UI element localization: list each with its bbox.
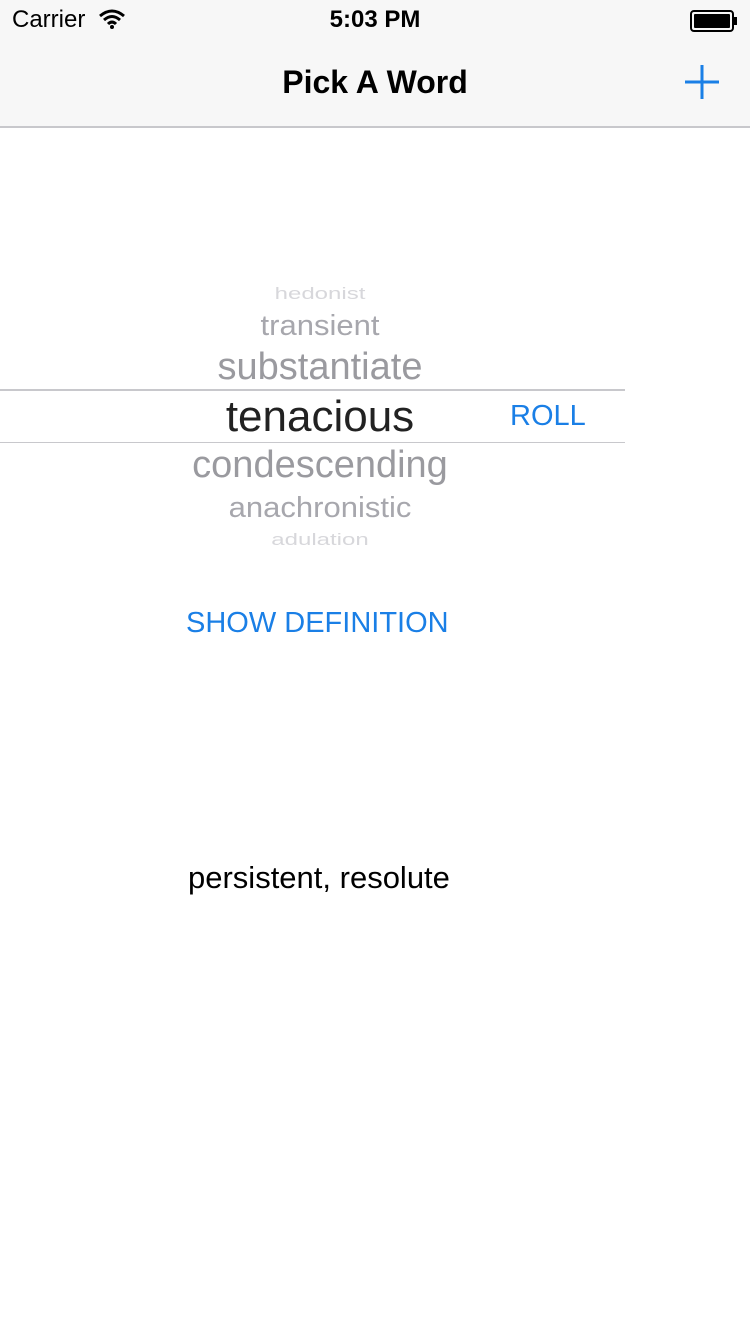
picker-item[interactable]: anachronistic bbox=[0, 491, 640, 524]
picker-selection-bottom-line bbox=[0, 442, 625, 443]
battery-icon bbox=[690, 10, 737, 32]
definition-text: persistent, resolute bbox=[188, 860, 450, 895]
picker-item[interactable]: hedonist bbox=[0, 284, 640, 304]
picker-item[interactable]: substantiate bbox=[0, 346, 640, 389]
top-bar: Carrier 5:03 PM Pick A Word bbox=[0, 0, 750, 128]
picker-selection-top-line bbox=[0, 389, 625, 391]
page-title: Pick A Word bbox=[282, 64, 468, 100]
status-bar: Carrier 5:03 PM bbox=[0, 0, 750, 40]
picker-item[interactable]: condescending bbox=[0, 444, 640, 487]
status-time: 5:03 PM bbox=[329, 6, 421, 33]
plus-icon bbox=[685, 65, 719, 99]
picker-item[interactable]: transient bbox=[0, 309, 640, 342]
screen: Carrier 5:03 PM Pick A Word hedonist tra… bbox=[0, 0, 750, 1334]
add-button[interactable] bbox=[680, 60, 724, 104]
roll-button[interactable]: ROLL bbox=[510, 400, 586, 433]
picker-item[interactable]: adulation bbox=[0, 530, 640, 550]
show-definition-button[interactable]: SHOW DEFINITION bbox=[186, 607, 449, 640]
